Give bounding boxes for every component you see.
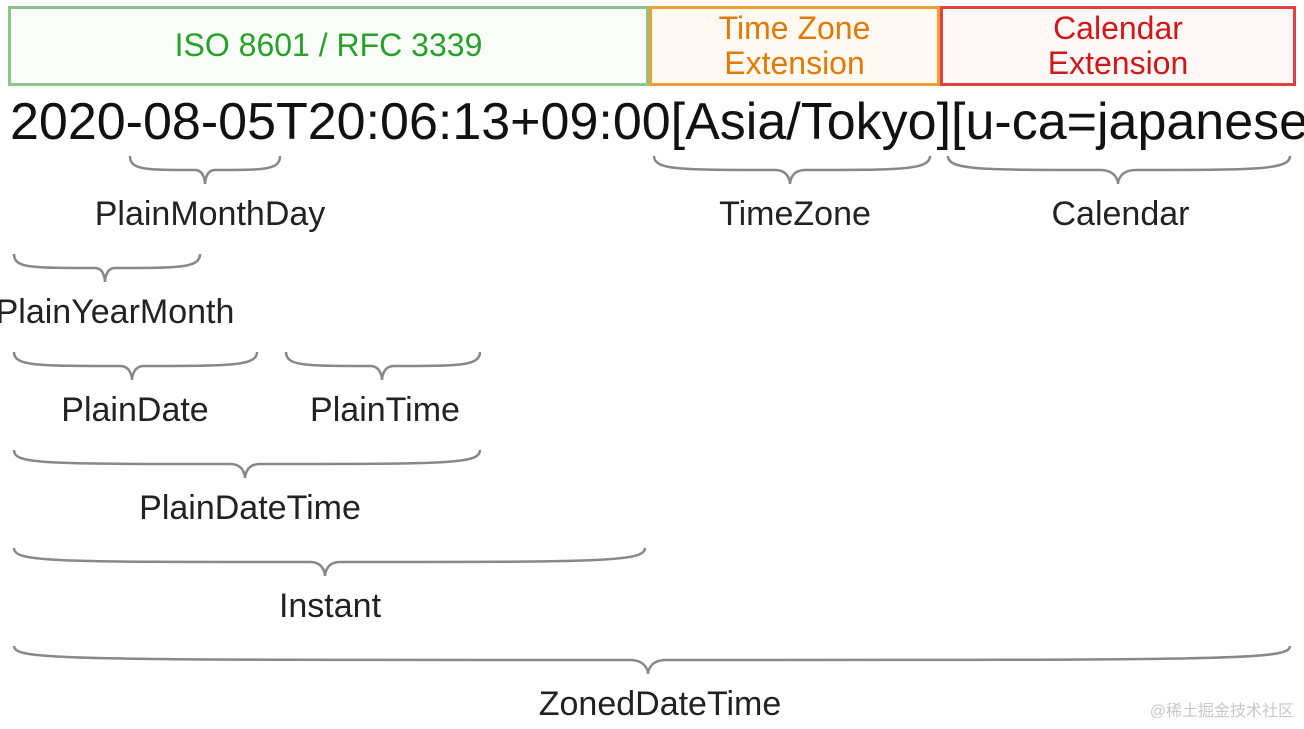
iso-part: 2020-08-05T20:06:13+09:00 [10,93,671,151]
calendar-ext-label: Calendar Extension [1048,11,1189,81]
datetime-string: 2020-08-05T20:06:13+09:00[Asia/Tokyo][u-… [10,92,1304,152]
plain-year-month-label: PlainYearMonth [0,293,250,332]
instant-label: Instant [180,587,480,626]
plain-date-label: PlainDate [30,391,240,430]
calendar-ext-box: Calendar Extension [940,6,1296,86]
timezone-ext-label: Time Zone Extension [719,11,871,81]
plain-month-day-label: PlainMonthDay [85,195,335,234]
iso-rfc-box: ISO 8601 / RFC 3339 [8,6,649,86]
zoned-date-time-label: ZonedDateTime [460,685,860,724]
calendar-label: Calendar [948,195,1293,234]
timezone-ext-box: Time Zone Extension [649,6,940,86]
watermark: @稀土掘金技术社区 [1150,697,1294,721]
cal-part: [u-ca=japanese] [951,93,1304,151]
iso-rfc-label: ISO 8601 / RFC 3339 [175,28,483,63]
time-zone-label: TimeZone [650,195,940,234]
tz-part: [Asia/Tokyo] [671,93,951,151]
plain-date-time-label: PlainDateTime [100,489,400,528]
plain-time-label: PlainTime [280,391,490,430]
diagram-stage: ISO 8601 / RFC 3339 Time Zone Extension … [0,0,1304,729]
